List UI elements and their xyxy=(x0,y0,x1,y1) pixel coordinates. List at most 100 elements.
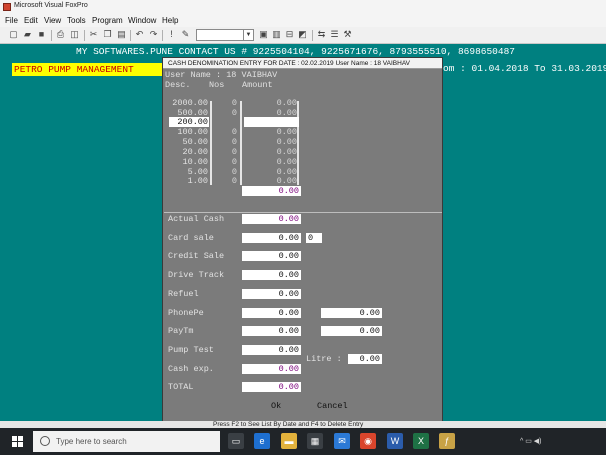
denom-amount: 0.00 xyxy=(276,157,297,167)
foxpro-app-icon xyxy=(3,3,11,11)
litre-label: Litre : xyxy=(306,354,342,364)
credit-sale-label: Credit Sale xyxy=(168,251,225,261)
pump-test-input[interactable]: 0.00 xyxy=(242,345,301,355)
file-explorer-icon[interactable]: ▬ xyxy=(281,433,297,449)
search-icon xyxy=(40,436,50,446)
form-designer-icon[interactable]: ◩ xyxy=(297,29,308,40)
drive-track-input[interactable]: 0.00 xyxy=(242,270,301,280)
header-amount: Amount xyxy=(242,80,273,90)
column-separator xyxy=(240,101,242,185)
window-titlebar: Microsoft Visual FoxPro xyxy=(0,0,606,14)
paste-icon[interactable]: ▤ xyxy=(116,29,127,40)
card-sale-input[interactable]: 0.00 xyxy=(242,233,301,243)
denom-nos-input[interactable]: 0 xyxy=(223,127,237,137)
denomination-total: 0.00 xyxy=(242,186,301,196)
toolbar-separator xyxy=(312,30,313,41)
user-name-line: User Name : 18 VAIBHAV xyxy=(165,70,278,80)
column-separator xyxy=(210,101,212,185)
denom-nos-input[interactable]: 0 xyxy=(223,157,237,167)
phonepe-extra-input[interactable]: 0.00 xyxy=(321,308,382,318)
total-label: TOTAL xyxy=(168,382,194,392)
chevron-down-icon[interactable]: ▼ xyxy=(243,30,253,40)
drive-track-label: Drive Track xyxy=(168,270,225,280)
menu-edit[interactable]: Edit xyxy=(24,16,38,25)
redo-icon[interactable]: ↷ xyxy=(148,29,159,40)
task-view-icon[interactable]: ▭ xyxy=(228,433,244,449)
cash-exp-value: 0.00 xyxy=(242,364,301,374)
denom-desc: 50.00 xyxy=(182,137,208,147)
taskbar-search-box[interactable]: Type here to search xyxy=(33,431,220,452)
print-preview-icon[interactable]: ◫ xyxy=(69,29,80,40)
data-session-icon[interactable]: ▥ xyxy=(271,29,282,40)
open-icon[interactable]: ▰ xyxy=(22,29,33,40)
denom-amount: 0.00 xyxy=(276,98,297,108)
database-icon[interactable]: ⊟ xyxy=(284,29,295,40)
contact-line: MY SOFTWARES.PUNE CONTACT US # 922550410… xyxy=(76,46,515,57)
tools-icon[interactable]: ⚒ xyxy=(342,29,353,40)
denom-amount: 0.00 xyxy=(276,127,297,137)
card-sale-count-input[interactable]: 0 xyxy=(306,233,322,243)
modify-icon[interactable]: ✎ xyxy=(180,29,191,40)
foxpro-icon[interactable]: ƒ xyxy=(439,433,455,449)
actual-cash-value: 0.00 xyxy=(242,214,301,224)
taskbar-search-placeholder: Type here to search xyxy=(56,437,127,446)
column-separator xyxy=(297,101,299,185)
section-divider xyxy=(164,212,442,213)
refuel-input[interactable]: 0.00 xyxy=(242,289,301,299)
denom-amount: 0.00 xyxy=(276,147,297,157)
denom-nos-input[interactable]: 0 xyxy=(223,108,237,118)
paytm-extra-input[interactable]: 0.00 xyxy=(321,326,382,336)
menu-tools[interactable]: Tools xyxy=(67,16,86,25)
denom-nos-input[interactable]: 0 xyxy=(223,147,237,157)
toolbar-separator xyxy=(84,30,85,41)
app-banner: PETRO PUMP MANAGEMENT xyxy=(12,63,162,76)
paytm-input[interactable]: 0.00 xyxy=(242,326,301,336)
menu-file[interactable]: File xyxy=(5,16,18,25)
menu-program[interactable]: Program xyxy=(92,16,123,25)
windows-start-icon[interactable] xyxy=(12,436,24,448)
print-icon[interactable]: ⎙ xyxy=(55,29,66,40)
denom-nos-input[interactable]: 0 xyxy=(223,98,237,108)
mail-icon[interactable]: ✉ xyxy=(334,433,350,449)
menu-window[interactable]: Window xyxy=(128,16,156,25)
denom-nos-input[interactable]: 0 xyxy=(223,137,237,147)
system-tray[interactable]: ^ ▭ ◀) xyxy=(520,437,542,445)
chrome-icon[interactable]: ◉ xyxy=(360,433,376,449)
toolbar-separator xyxy=(51,30,52,41)
edge-icon[interactable]: e xyxy=(254,433,270,449)
phonepe-label: PhonePe xyxy=(168,308,204,318)
menu-view[interactable]: View xyxy=(44,16,61,25)
pump-test-label: Pump Test xyxy=(168,345,214,355)
menu-help[interactable]: Help xyxy=(162,16,178,25)
denom-desc: 100.00 xyxy=(177,127,208,137)
paytm-label: PayTm xyxy=(168,326,194,336)
ok-button[interactable]: Ok xyxy=(271,401,281,411)
card-sale-label: Card sale xyxy=(168,233,214,243)
excel-icon[interactable]: X xyxy=(413,433,429,449)
denom-desc-selected[interactable]: 200.00 xyxy=(170,117,208,127)
header-desc: Desc. xyxy=(165,80,191,90)
cut-icon[interactable]: ✂ xyxy=(88,29,99,40)
cancel-button[interactable]: Cancel xyxy=(317,401,348,411)
phonepe-input[interactable]: 0.00 xyxy=(242,308,301,318)
builder-icon[interactable]: ⇆ xyxy=(316,29,327,40)
denom-amount: 0.00 xyxy=(276,137,297,147)
run-icon[interactable]: ! xyxy=(166,29,177,40)
header-nos: Nos xyxy=(209,80,225,90)
store-icon[interactable]: ▦ xyxy=(307,433,323,449)
menu-bar: File Edit View Tools Program Window Help xyxy=(0,14,606,27)
undo-icon[interactable]: ↶ xyxy=(134,29,145,40)
litre-input[interactable]: 0.00 xyxy=(348,354,382,364)
properties-icon[interactable]: ☰ xyxy=(329,29,340,40)
credit-sale-input[interactable]: 0.00 xyxy=(242,251,301,261)
denom-desc: 10.00 xyxy=(182,157,208,167)
copy-icon[interactable]: ❐ xyxy=(102,29,113,40)
status-bar: Press F2 to See List By Date and F4 to D… xyxy=(0,421,606,428)
save-icon[interactable]: ■ xyxy=(36,29,47,40)
denom-nos-input[interactable]: 0 xyxy=(223,176,237,186)
object-combo[interactable]: ▼ xyxy=(196,29,254,41)
word-icon[interactable]: W xyxy=(387,433,403,449)
new-icon[interactable]: ▢ xyxy=(8,29,19,40)
command-window-icon[interactable]: ▣ xyxy=(258,29,269,40)
cash-denomination-dialog: CASH DENOMINATION ENTRY FOR DATE : 02.02… xyxy=(162,57,443,422)
